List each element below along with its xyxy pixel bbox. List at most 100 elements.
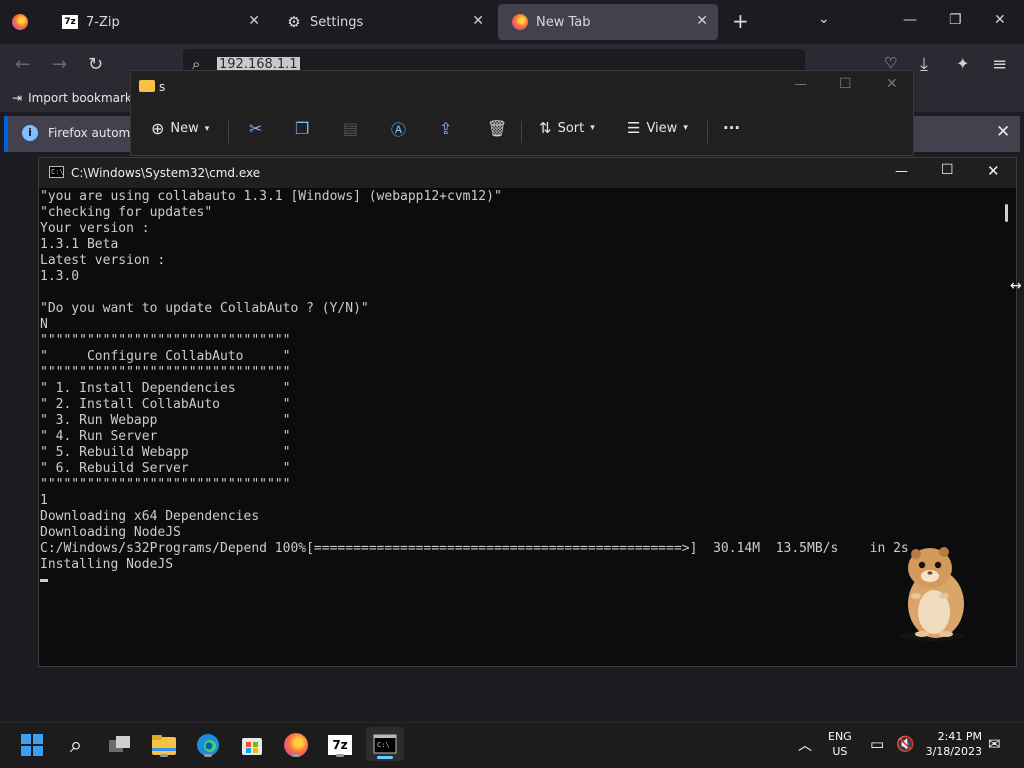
cmd-window: C:\ C:\Windows\System32\cmd.exe — ☐ ✕ "y… — [38, 157, 1017, 667]
console-line: " 3. Run Webapp " — [40, 413, 291, 428]
menu-hamburger-icon[interactable]: ≡ — [992, 54, 1007, 75]
console-line: Downloading NodeJS — [40, 525, 181, 540]
reload-icon[interactable]: ↻ — [88, 54, 103, 75]
running-indicator — [292, 754, 300, 757]
new-tab-plus-icon[interactable]: + — [732, 9, 749, 33]
edge-browser-icon[interactable] — [194, 731, 222, 759]
maximize-icon[interactable]: ☐ — [839, 76, 852, 92]
search-icon[interactable]: ⌕ — [62, 731, 90, 759]
notification-icon[interactable]: ✉ — [988, 735, 1001, 753]
console-line: " Configure CollabAuto " — [40, 349, 291, 364]
volume-muted-icon[interactable]: 🔇 — [896, 735, 915, 753]
minimize-icon[interactable]: — — [895, 164, 908, 179]
tab-new-tab[interactable]: New Tab ✕ — [498, 4, 718, 40]
language-code: ENG — [828, 730, 852, 743]
cmd-title: C:\Windows\System32\cmd.exe — [71, 166, 261, 180]
sort-button[interactable]: ⇅ Sort ▾ — [539, 119, 595, 137]
console-line: C:/Windows/s32Programs/Depend 100%[=====… — [40, 541, 909, 556]
console-line: """""""""""""""""""""""""""""""" — [40, 333, 291, 348]
start-windows-icon[interactable] — [18, 731, 46, 759]
terminal-icon: C:\ — [49, 166, 64, 178]
gear-icon: ⚙ — [287, 13, 301, 31]
clock[interactable]: 2:41 PM 3/18/2023 — [922, 729, 982, 759]
minimize-icon[interactable]: — — [794, 77, 807, 92]
view-label: View — [646, 120, 678, 136]
minimize-icon[interactable]: — — [903, 12, 917, 28]
close-window-icon[interactable]: ✕ — [987, 162, 1000, 180]
date: 3/18/2023 — [925, 745, 982, 758]
scrollbar-thumb[interactable] — [1005, 204, 1008, 222]
close-window-icon[interactable]: ✕ — [994, 12, 1006, 28]
import-bookmarks-button[interactable]: ⇥ Import bookmarks — [12, 91, 138, 105]
more-options-icon[interactable]: ··· — [723, 119, 740, 137]
new-button[interactable]: ⊕ New ▾ — [151, 119, 209, 138]
file-explorer-window: s — ☐ ✕ ⊕ New ▾ ✂ ❐ ▤ Ⓐ ⇪ 🗑 ⇅ Sort ▾ ☰ V… — [130, 70, 914, 156]
list-all-tabs-chevron-down-icon[interactable]: ⌄ — [818, 11, 830, 27]
console-line: Latest version : — [40, 253, 166, 268]
sevenzip-icon[interactable]: 7z — [326, 731, 354, 759]
tab-label: Settings — [310, 14, 364, 30]
console-line: "checking for updates" — [40, 205, 213, 220]
firefox-tab-bar: 7z 7-Zip ✕ ⚙ Settings ✕ New Tab ✕ + ⌄ — … — [0, 0, 1024, 44]
windows-taskbar: ⌕ 7z C:\ ︿ ENG US ▭ 🔇 2:41 PM 3/18/2023 … — [0, 722, 1024, 768]
network-icon[interactable]: ▭ — [870, 735, 884, 753]
console-line: "you are using collabauto 1.3.1 [Windows… — [40, 189, 502, 204]
downloads-icon[interactable]: ⤓ — [920, 54, 928, 75]
console-line: " 5. Rebuild Webapp " — [40, 445, 291, 460]
explorer-command-bar: ⊕ New ▾ ✂ ❐ ▤ Ⓐ ⇪ 🗑 ⇅ Sort ▾ ☰ View ▾ ··… — [131, 109, 913, 153]
copy-icon[interactable]: ❐ — [295, 119, 309, 138]
paste-icon[interactable]: ▤ — [343, 119, 358, 138]
resize-cursor-icon: ↔ — [1010, 278, 1022, 294]
delete-trash-icon[interactable]: 🗑 — [487, 119, 507, 138]
command-prompt-icon[interactable]: C:\ — [366, 727, 404, 761]
task-view-icon[interactable] — [106, 731, 134, 759]
input-language-indicator[interactable]: ENG US — [828, 729, 852, 759]
close-notification-icon[interactable]: ✕ — [996, 122, 1010, 142]
chevron-down-icon: ▾ — [590, 123, 595, 133]
import-bookmarks-label: Import bookmarks — [28, 91, 139, 105]
close-icon[interactable]: ✕ — [696, 13, 708, 29]
view-list-icon: ☰ — [627, 119, 641, 137]
sort-arrows-icon: ⇅ — [539, 119, 552, 137]
console-line: 1 — [40, 493, 48, 508]
console-line: " 2. Install CollabAuto " — [40, 397, 291, 412]
share-icon[interactable]: ⇪ — [439, 119, 452, 138]
file-explorer-icon[interactable] — [150, 731, 178, 759]
new-label: New — [170, 121, 199, 136]
running-indicator — [160, 754, 168, 757]
rename-icon[interactable]: Ⓐ — [391, 119, 406, 140]
info-icon: i — [22, 125, 38, 141]
firefox-logo-icon[interactable] — [12, 14, 28, 30]
console-line: Installing NodeJS — [40, 557, 174, 572]
extensions-icon[interactable]: ✦ — [956, 54, 969, 73]
cut-icon[interactable]: ✂ — [249, 119, 262, 138]
microsoft-store-icon[interactable] — [238, 731, 266, 759]
tab-settings[interactable]: ⚙ Settings ✕ — [272, 4, 494, 40]
maximize-icon[interactable]: ☐ — [941, 162, 954, 178]
text-cursor — [40, 579, 48, 582]
console-line: 1.3.1 Beta — [40, 237, 119, 252]
chevron-down-icon: ▾ — [204, 123, 210, 134]
folder-icon — [139, 80, 155, 95]
firefox-icon — [512, 14, 528, 30]
cmd-title-bar[interactable]: C:\ C:\Windows\System32\cmd.exe — ☐ ✕ — [39, 158, 1016, 188]
console-output[interactable]: "you are using collabauto 1.3.1 [Windows… — [40, 189, 1000, 664]
show-hidden-icons-chevron-up-icon[interactable]: ︿ — [798, 735, 812, 755]
forward-arrow-icon[interactable]: → — [52, 54, 67, 75]
console-line: Your version : — [40, 221, 150, 236]
console-line: 1.3.0 — [40, 269, 80, 284]
close-icon[interactable]: ✕ — [472, 13, 484, 29]
explorer-title-bar[interactable]: s — ☐ ✕ — [131, 71, 913, 103]
back-arrow-icon[interactable]: ← — [15, 54, 30, 75]
firefox-icon[interactable] — [282, 731, 310, 759]
tab-7zip[interactable]: 7z 7-Zip ✕ — [48, 4, 270, 40]
sevenzip-icon: 7z — [62, 14, 78, 30]
tab-label: New Tab — [536, 14, 591, 30]
close-icon[interactable]: ✕ — [248, 13, 260, 29]
running-indicator — [336, 754, 344, 757]
close-window-icon[interactable]: ✕ — [886, 76, 898, 92]
toolbar-divider — [228, 121, 229, 143]
svg-text:C:\: C:\ — [377, 741, 390, 749]
view-button[interactable]: ☰ View ▾ — [627, 119, 688, 137]
restore-icon[interactable]: ❐ — [949, 12, 962, 28]
